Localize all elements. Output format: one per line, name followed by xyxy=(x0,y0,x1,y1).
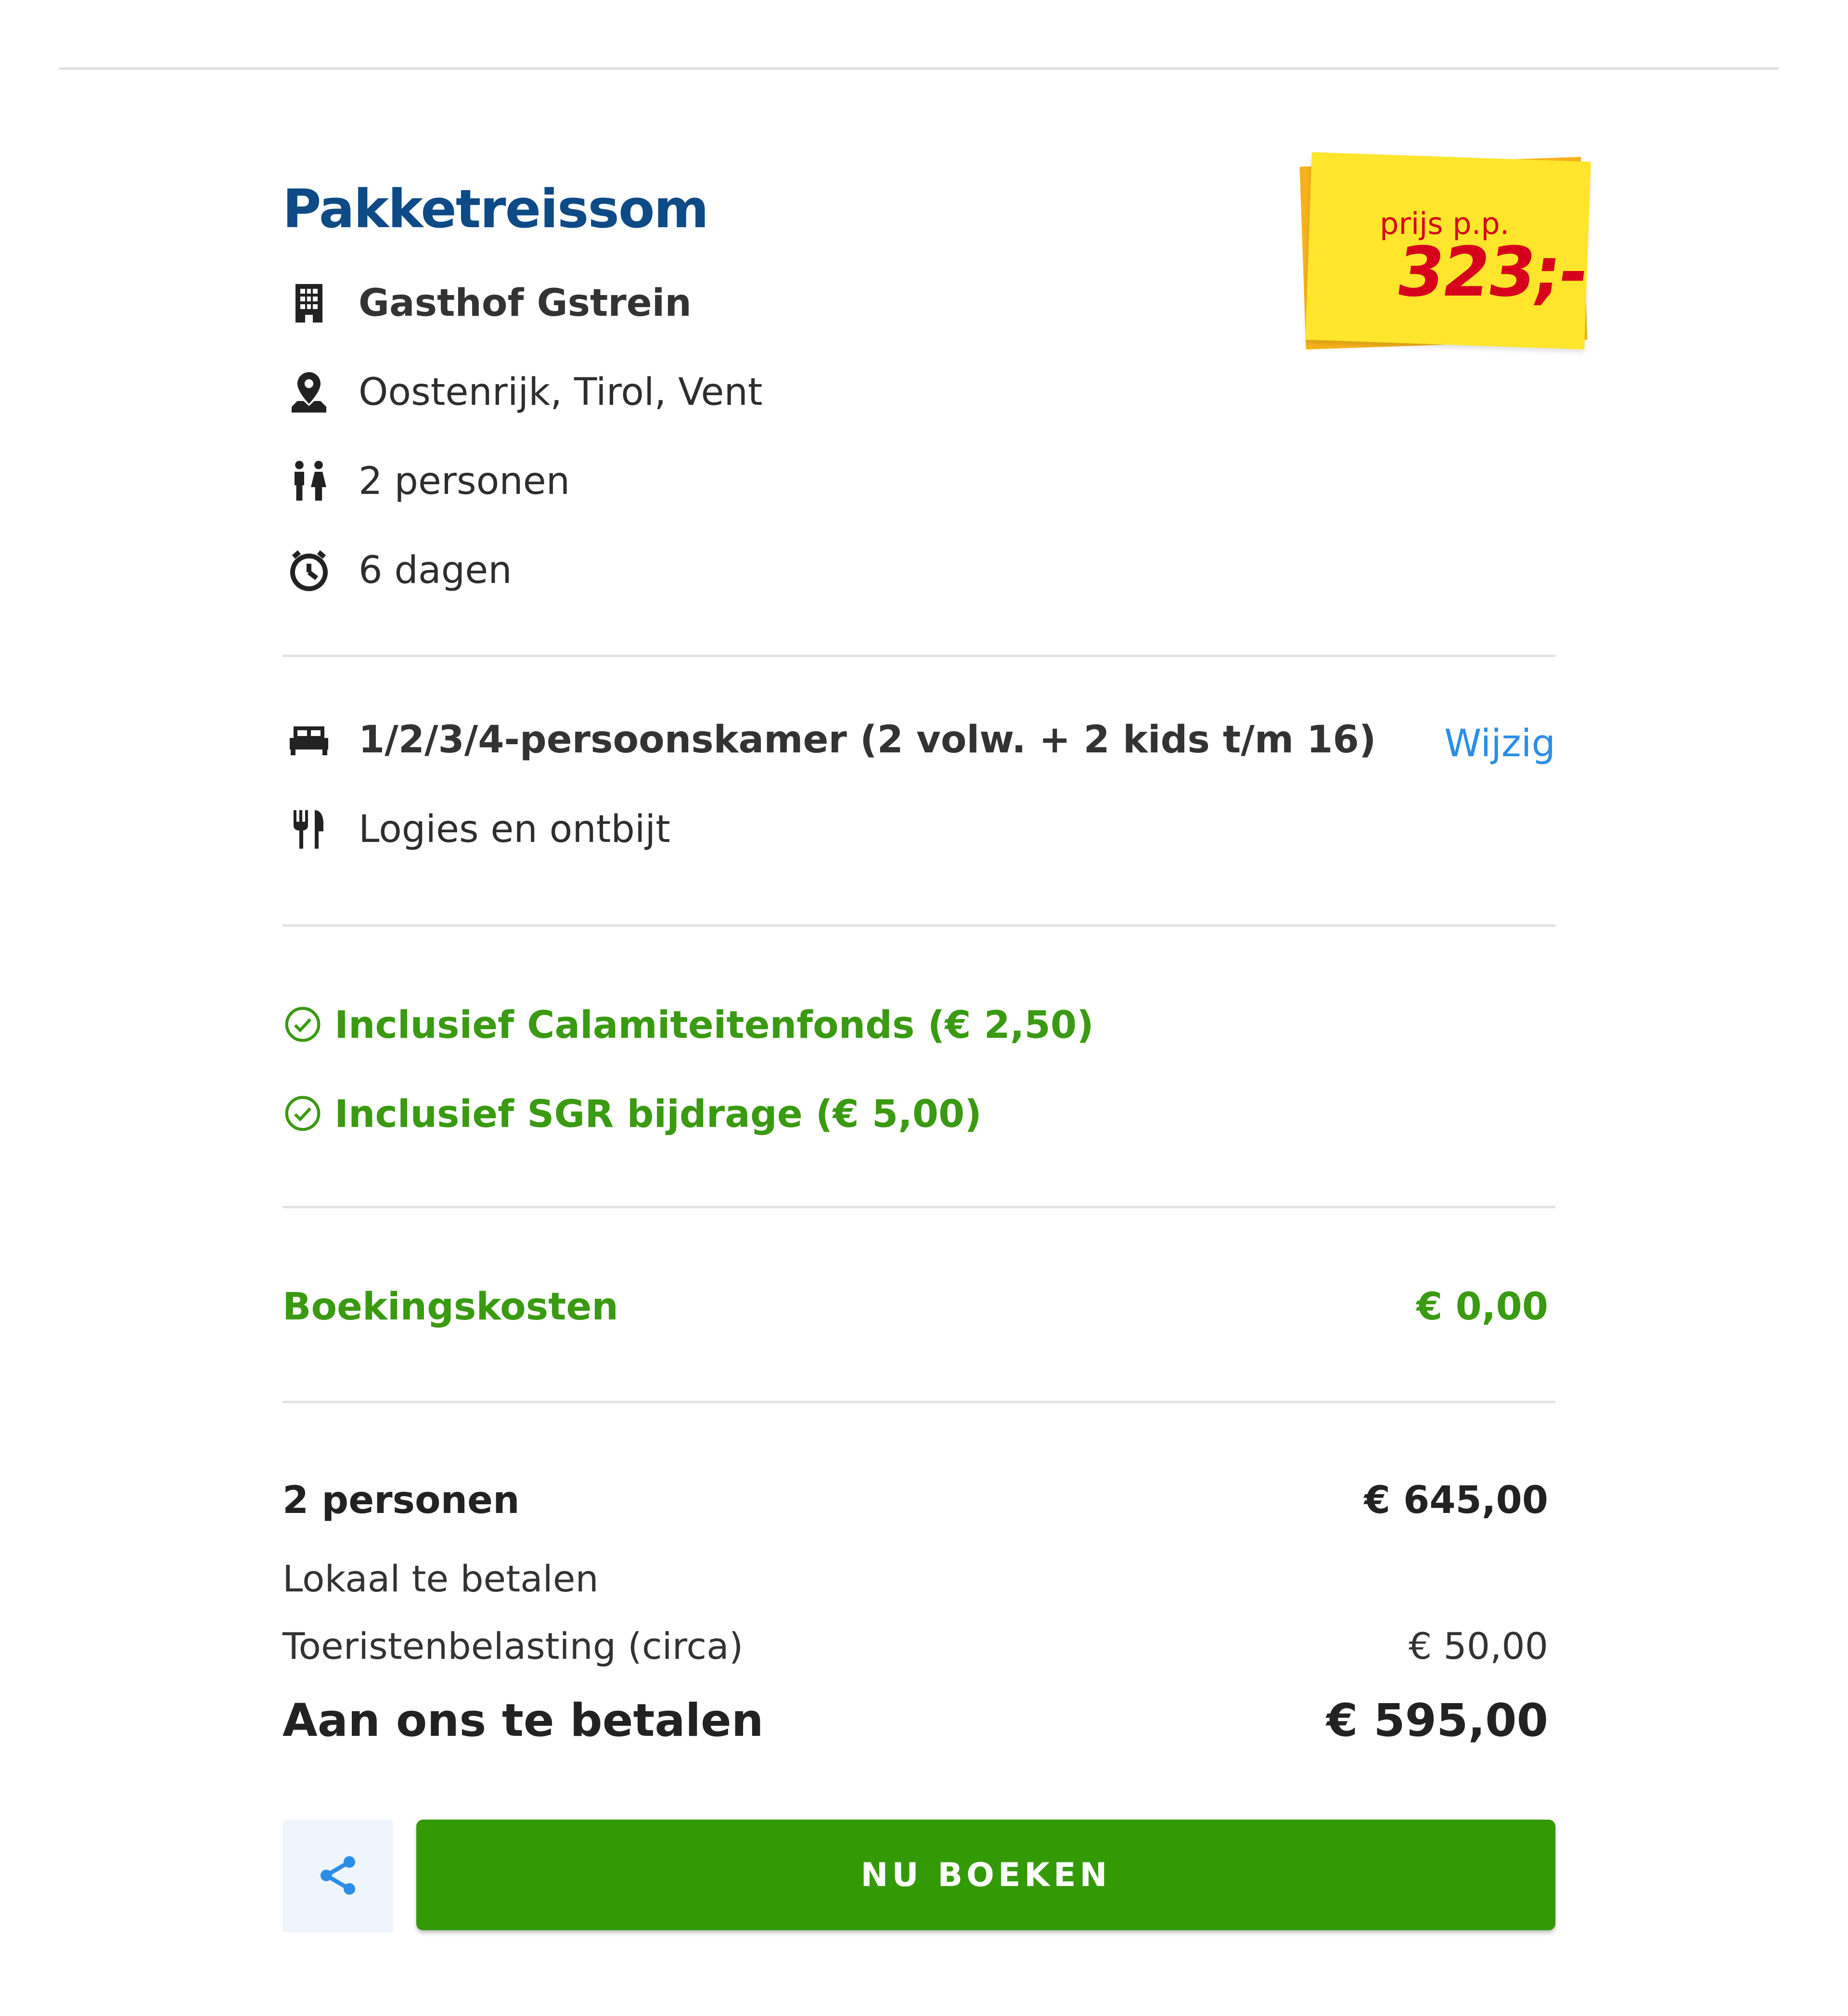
included-item: Inclusief Calamiteitenfonds (€ 2,50) xyxy=(282,1001,1094,1049)
tourist-tax-row: Toeristenbelasting (circa) € 50,00 xyxy=(282,1625,1548,1667)
bed-icon xyxy=(282,713,335,766)
room-row: 1/2/3/4-persoonskamer (2 volw. + 2 kids … xyxy=(282,713,1376,766)
persons-row: 2 personen xyxy=(282,455,570,508)
price-per-person-value: 323;- xyxy=(1391,233,1591,312)
persons-price-row: 2 personen € 645,00 xyxy=(282,1479,1548,1522)
persons-price-label: 2 personen xyxy=(282,1479,520,1522)
booking-costs-row: Boekingskosten € 0,00 xyxy=(282,1285,1548,1329)
map-pin-icon xyxy=(282,366,335,419)
book-now-button[interactable]: NU BOEKEN xyxy=(416,1820,1555,1930)
share-button[interactable] xyxy=(282,1820,393,1933)
total-value: € 595,00 xyxy=(1326,1694,1548,1747)
duration-row: 6 dagen xyxy=(282,544,512,597)
included-item-text: Inclusief SGR bijdrage (€ 5,00) xyxy=(334,1093,982,1136)
price-sticker: prijs p.p. 323;- xyxy=(1299,152,1591,355)
change-room-link[interactable]: Wijzig xyxy=(1444,722,1555,765)
people-icon xyxy=(282,455,335,508)
divider xyxy=(282,1401,1555,1403)
location-text: Oostenrijk, Tirol, Vent xyxy=(359,371,763,414)
divider xyxy=(282,1206,1555,1208)
tourist-tax-label: Toeristenbelasting (circa) xyxy=(282,1625,744,1667)
check-circle-icon xyxy=(282,1004,323,1047)
local-payment-label: Lokaal te betalen xyxy=(282,1557,599,1600)
board-row: Logies en ontbijt xyxy=(282,803,670,856)
board-text: Logies en ontbijt xyxy=(359,808,670,851)
check-circle-icon xyxy=(282,1093,323,1136)
tourist-tax-value: € 50,00 xyxy=(1408,1625,1548,1667)
booking-costs-label: Boekingskosten xyxy=(282,1285,618,1329)
persons-price-value: € 645,00 xyxy=(1364,1479,1548,1522)
hotel-name: Gasthof Gstrein xyxy=(359,282,692,325)
local-payment-row: Lokaal te betalen xyxy=(282,1557,1548,1600)
location-row: Oostenrijk, Tirol, Vent xyxy=(282,366,763,419)
share-icon xyxy=(315,1852,361,1900)
persons-text: 2 personen xyxy=(359,460,570,503)
total-row: Aan ons te betalen € 595,00 xyxy=(282,1694,1548,1747)
room-type: 1/2/3/4-persoonskamer (2 volw. + 2 kids … xyxy=(359,718,1376,762)
page-title: Pakketreissom xyxy=(282,178,709,240)
duration-text: 6 dagen xyxy=(359,549,512,592)
included-item: Inclusief SGR bijdrage (€ 5,00) xyxy=(282,1090,982,1138)
hotel-row: Gasthof Gstrein xyxy=(282,277,692,330)
divider xyxy=(282,655,1555,657)
top-divider xyxy=(59,67,1779,70)
timer-icon xyxy=(282,544,335,597)
booking-costs-value: € 0,00 xyxy=(1416,1285,1548,1329)
building-icon xyxy=(282,277,335,330)
fork-knife-icon xyxy=(282,803,335,856)
total-label: Aan ons te betalen xyxy=(282,1694,764,1747)
included-item-text: Inclusief Calamiteitenfonds (€ 2,50) xyxy=(334,1004,1094,1047)
divider xyxy=(282,924,1555,927)
